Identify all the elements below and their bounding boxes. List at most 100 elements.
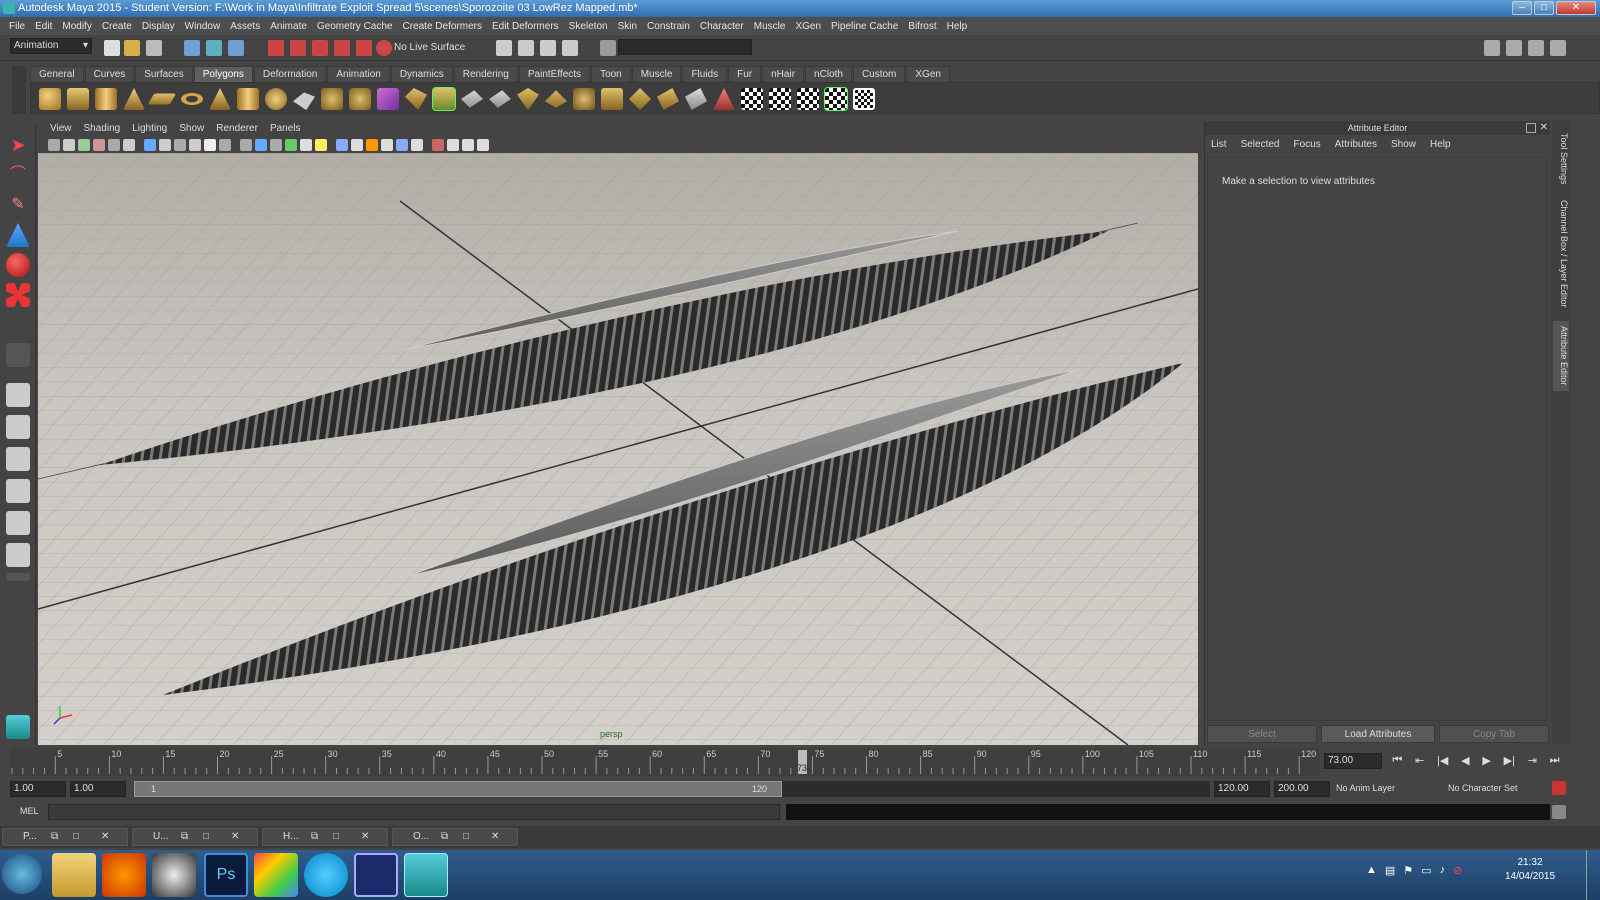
input-line-mode-icon[interactable] xyxy=(600,40,616,56)
viewport-icon-strip[interactable] xyxy=(48,139,528,151)
layout-options-icon[interactable] xyxy=(6,573,30,581)
menu-animate[interactable]: Animate xyxy=(265,21,312,32)
viewport-tool-icon[interactable] xyxy=(93,139,105,151)
smooth-icon[interactable] xyxy=(349,88,371,110)
go-to-start-icon[interactable]: ⏮ xyxy=(1392,754,1402,770)
select-tool-icon[interactable]: ➤ xyxy=(6,133,30,157)
append-polygon-icon[interactable] xyxy=(461,90,483,108)
scale-tool-icon[interactable] xyxy=(6,283,30,307)
graph-editor-layout-icon[interactable] xyxy=(6,543,30,567)
maximize-window-icon[interactable]: □ xyxy=(333,829,339,845)
maximize-window-icon[interactable]: □ xyxy=(463,829,469,845)
tab-tool-settings[interactable]: Tool Settings xyxy=(1553,129,1569,189)
lasso-tool-icon[interactable]: ⌒ xyxy=(6,163,30,187)
script-editor-icon[interactable] xyxy=(1552,805,1566,819)
perspective-viewport[interactable]: persp xyxy=(38,153,1198,745)
menu-geometry-cache[interactable]: Geometry Cache xyxy=(312,21,398,32)
menu-display[interactable]: Display xyxy=(137,21,180,32)
viewport-tool-icon[interactable] xyxy=(78,139,90,151)
viewport-tool-icon[interactable] xyxy=(204,139,216,151)
four-view-layout-icon[interactable] xyxy=(6,415,30,439)
menu-modify[interactable]: Modify xyxy=(57,21,96,32)
shelf-tab-fluids[interactable]: Fluids xyxy=(682,66,728,82)
restore-window-icon[interactable]: ⧉ xyxy=(51,829,58,845)
viewport-tool-icon[interactable] xyxy=(123,139,135,151)
maya-home-icon[interactable] xyxy=(6,715,30,739)
tray-warning-icon[interactable]: ⊘ xyxy=(1453,864,1462,884)
attr-menu-selected[interactable]: Selected xyxy=(1241,139,1280,150)
insert-edge-loop-icon[interactable] xyxy=(517,88,539,110)
viewport-menu-show[interactable]: Show xyxy=(173,121,210,137)
tray-flag-icon[interactable]: ⚑ xyxy=(1403,864,1413,884)
maximize-window-icon[interactable]: □ xyxy=(73,829,79,845)
maximize-button[interactable]: □ xyxy=(1534,1,1554,15)
anim-layer-dropdown[interactable]: No Anim Layer xyxy=(1336,783,1440,793)
menu-window[interactable]: Window xyxy=(180,21,226,32)
menu-pipeline-cache[interactable]: Pipeline Cache xyxy=(826,21,903,32)
minimized-window[interactable]: U... ⧉ □ ✕ xyxy=(132,828,258,846)
render-view-icon[interactable] xyxy=(496,40,512,56)
menu-skeleton[interactable]: Skeleton xyxy=(564,21,613,32)
save-scene-icon[interactable] xyxy=(146,40,162,56)
explorer-taskbar-icon[interactable] xyxy=(52,853,96,897)
shelf-menu-handle[interactable] xyxy=(12,66,26,114)
mirror-icon[interactable] xyxy=(601,88,623,110)
viewport-tool-icon[interactable] xyxy=(411,139,423,151)
viewport-tool-icon[interactable] xyxy=(240,139,252,151)
attr-menu-help[interactable]: Help xyxy=(1430,139,1451,150)
character-set-dropdown[interactable]: No Character Set xyxy=(1448,783,1548,793)
poly-cube-icon[interactable] xyxy=(67,88,89,110)
modeling-toolkit-icon[interactable] xyxy=(1484,40,1500,56)
current-time-field[interactable]: 73.00 xyxy=(1324,753,1382,769)
tray-display-icon[interactable]: ▭ xyxy=(1421,864,1431,884)
maximize-window-icon[interactable]: □ xyxy=(203,829,209,845)
select-component-icon[interactable] xyxy=(228,40,244,56)
auto-key-icon[interactable] xyxy=(1552,781,1566,795)
viewport-menu-view[interactable]: View xyxy=(44,121,78,137)
poly-prism-icon[interactable] xyxy=(209,88,231,110)
photoshop-taskbar-icon[interactable]: Ps xyxy=(204,853,248,897)
viewport-tool-icon[interactable] xyxy=(255,139,267,151)
viewport-tool-icon[interactable] xyxy=(48,139,60,151)
persp-outliner-layout-icon[interactable] xyxy=(6,447,30,471)
viewport-tool-icon[interactable] xyxy=(396,139,408,151)
separate-icon[interactable] xyxy=(321,88,343,110)
skype-taskbar-icon[interactable] xyxy=(304,853,348,897)
viewport-tool-icon[interactable] xyxy=(462,139,474,151)
menu-assets[interactable]: Assets xyxy=(225,21,265,32)
minimized-window[interactable]: P... ⧉ □ ✕ xyxy=(2,828,128,846)
viewport-menu-lighting[interactable]: Lighting xyxy=(126,121,173,137)
shelf-tab-animation[interactable]: Animation xyxy=(327,66,390,82)
snap-surface-icon[interactable] xyxy=(356,40,372,56)
shelf-tab-toon[interactable]: Toon xyxy=(591,66,631,82)
snap-grid-icon[interactable] xyxy=(268,40,284,56)
play-backwards-icon[interactable]: ◀ xyxy=(1461,754,1469,770)
shelf-tab-rendering[interactable]: Rendering xyxy=(453,66,518,82)
viewport-tool-icon[interactable] xyxy=(366,139,378,151)
minimized-window[interactable]: O... ⧉ □ ✕ xyxy=(392,828,518,846)
shelf-tab-curves[interactable]: Curves xyxy=(84,66,135,82)
shelf-tab-fur[interactable]: Fur xyxy=(728,66,762,82)
viewport-tool-icon[interactable] xyxy=(63,139,75,151)
make-live-icon[interactable] xyxy=(376,40,392,56)
viewport-tool-icon[interactable] xyxy=(300,139,312,151)
shelf-tab-deformation[interactable]: Deformation xyxy=(253,66,327,82)
menu-muscle[interactable]: Muscle xyxy=(749,21,791,32)
shelf-tab-nhair[interactable]: nHair xyxy=(762,66,805,82)
menu-skin[interactable]: Skin xyxy=(613,21,642,32)
animation-start-field[interactable]: 1.00 xyxy=(10,781,66,797)
snap-view-icon[interactable] xyxy=(334,40,350,56)
select-object-icon[interactable] xyxy=(206,40,222,56)
soften-edge-icon[interactable] xyxy=(629,88,651,110)
attr-menu-list[interactable]: List xyxy=(1211,139,1227,150)
close-window-icon[interactable]: ✕ xyxy=(491,829,499,845)
menu-create-deformers[interactable]: Create Deformers xyxy=(398,21,487,32)
shelf-tab-xgen[interactable]: XGen xyxy=(906,66,950,82)
channel-box-toggle-icon[interactable] xyxy=(1550,40,1566,56)
viewport-tool-icon[interactable] xyxy=(270,139,282,151)
input-line-field[interactable] xyxy=(618,39,752,55)
viewport-tool-icon[interactable] xyxy=(285,139,297,151)
tab-channel-box[interactable]: Channel Box / Layer Editor xyxy=(1553,199,1569,309)
harden-edge-icon[interactable] xyxy=(657,88,679,110)
viewport-tool-icon[interactable] xyxy=(189,139,201,151)
